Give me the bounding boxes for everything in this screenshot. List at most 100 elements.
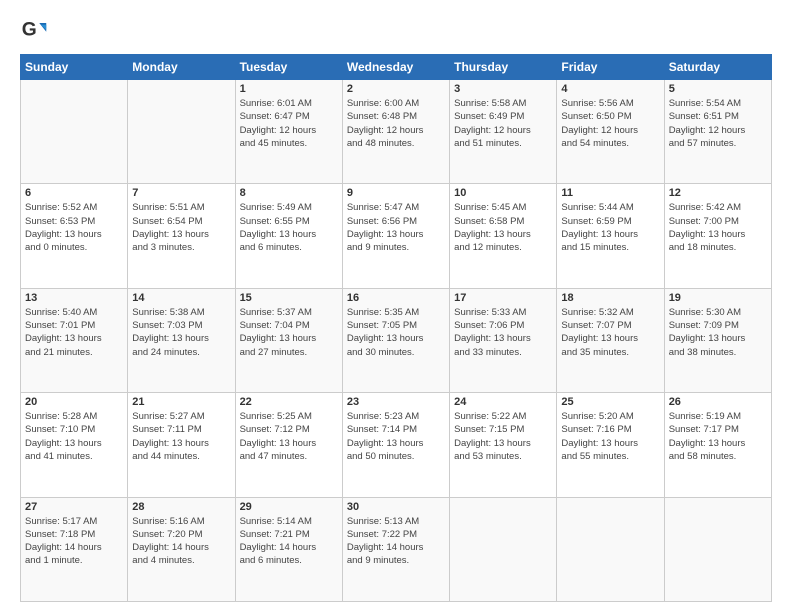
calendar-cell: 28 Sunrise: 5:16 AM Sunset: 7:20 PM Dayli…	[128, 497, 235, 601]
day-number: 16	[347, 292, 445, 304]
day-info: Sunrise: 5:56 AM Sunset: 6:50 PM Dayligh…	[561, 97, 659, 150]
day-info: Sunrise: 5:37 AM Sunset: 7:04 PM Dayligh…	[240, 306, 338, 359]
day-number: 1	[240, 83, 338, 95]
calendar-cell	[450, 497, 557, 601]
calendar-cell: 4Sunrise: 5:56 AM Sunset: 6:50 PM Daylig…	[557, 80, 664, 184]
calendar-cell: 29Sunrise: 5:14 AM Sunset: 7:21 PM Dayli…	[235, 497, 342, 601]
calendar: SundayMondayTuesdayWednesdayThursdayFrid…	[20, 54, 772, 602]
day-number: 27	[25, 501, 123, 513]
day-number: 25	[561, 396, 659, 408]
weekday-header-saturday: Saturday	[664, 55, 771, 80]
weekday-row: SundayMondayTuesdayWednesdayThursdayFrid…	[21, 55, 772, 80]
day-info: Sunrise: 5:44 AM Sunset: 6:59 PM Dayligh…	[561, 201, 659, 254]
day-number: 17	[454, 292, 552, 304]
day-info: Sunrise: 6:00 AM Sunset: 6:48 PM Dayligh…	[347, 97, 445, 150]
day-number: 6	[25, 187, 123, 199]
day-number: 22	[240, 396, 338, 408]
calendar-cell: 26 Sunrise: 5:19 AM Sunset: 7:17 PM Dayli…	[664, 393, 771, 497]
day-info: Sunrise: 5:16 AM Sunset: 7:20 PM Dayligh…	[132, 515, 230, 568]
day-number: 24	[454, 396, 552, 408]
calendar-cell: 24 Sunrise: 5:22 AM Sunset: 7:15 PM Dayli…	[450, 393, 557, 497]
day-info: Sunrise: 5:45 AM Sunset: 6:58 PM Dayligh…	[454, 201, 552, 254]
calendar-cell	[128, 80, 235, 184]
calendar-cell: 15Sunrise: 5:37 AM Sunset: 7:04 PM Dayli…	[235, 288, 342, 392]
calendar-cell: 17 Sunrise: 5:33 AM Sunset: 7:06 PM Dayli…	[450, 288, 557, 392]
day-number: 23	[347, 396, 445, 408]
day-number: 8	[240, 187, 338, 199]
calendar-cell: 11Sunrise: 5:44 AM Sunset: 6:59 PM Dayli…	[557, 184, 664, 288]
calendar-cell: 13 Sunrise: 5:40 AM Sunset: 7:01 PM Dayli…	[21, 288, 128, 392]
calendar-cell: 16 Sunrise: 5:35 AM Sunset: 7:05 PM Dayli…	[342, 288, 449, 392]
day-number: 3	[454, 83, 552, 95]
day-number: 10	[454, 187, 552, 199]
calendar-cell: 5 Sunrise: 5:54 AM Sunset: 6:51 PM Daylig…	[664, 80, 771, 184]
day-number: 18	[561, 292, 659, 304]
day-info: Sunrise: 5:58 AM Sunset: 6:49 PM Dayligh…	[454, 97, 552, 150]
calendar-cell: 7 Sunrise: 5:51 AM Sunset: 6:54 PM Daylig…	[128, 184, 235, 288]
calendar-cell: 6Sunrise: 5:52 AM Sunset: 6:53 PM Daylig…	[21, 184, 128, 288]
calendar-cell: 14 Sunrise: 5:38 AM Sunset: 7:03 PM Dayli…	[128, 288, 235, 392]
day-info: Sunrise: 5:51 AM Sunset: 6:54 PM Dayligh…	[132, 201, 230, 254]
week-row-2: 6Sunrise: 5:52 AM Sunset: 6:53 PM Daylig…	[21, 184, 772, 288]
weekday-header-monday: Monday	[128, 55, 235, 80]
calendar-cell: 3 Sunrise: 5:58 AM Sunset: 6:49 PM Daylig…	[450, 80, 557, 184]
day-info: Sunrise: 5:49 AM Sunset: 6:55 PM Dayligh…	[240, 201, 338, 254]
day-info: Sunrise: 5:25 AM Sunset: 7:12 PM Dayligh…	[240, 410, 338, 463]
day-number: 14	[132, 292, 230, 304]
day-number: 9	[347, 187, 445, 199]
day-info: Sunrise: 6:01 AM Sunset: 6:47 PM Dayligh…	[240, 97, 338, 150]
day-info: Sunrise: 5:54 AM Sunset: 6:51 PM Dayligh…	[669, 97, 767, 150]
weekday-header-sunday: Sunday	[21, 55, 128, 80]
calendar-header: SundayMondayTuesdayWednesdayThursdayFrid…	[21, 55, 772, 80]
day-info: Sunrise: 5:30 AM Sunset: 7:09 PM Dayligh…	[669, 306, 767, 359]
calendar-cell: 2 Sunrise: 6:00 AM Sunset: 6:48 PM Daylig…	[342, 80, 449, 184]
calendar-cell	[21, 80, 128, 184]
day-info: Sunrise: 5:33 AM Sunset: 7:06 PM Dayligh…	[454, 306, 552, 359]
day-info: Sunrise: 5:32 AM Sunset: 7:07 PM Dayligh…	[561, 306, 659, 359]
day-info: Sunrise: 5:42 AM Sunset: 7:00 PM Dayligh…	[669, 201, 767, 254]
week-row-5: 27 Sunrise: 5:17 AM Sunset: 7:18 PM Dayli…	[21, 497, 772, 601]
day-number: 21	[132, 396, 230, 408]
day-info: Sunrise: 5:35 AM Sunset: 7:05 PM Dayligh…	[347, 306, 445, 359]
week-row-3: 13 Sunrise: 5:40 AM Sunset: 7:01 PM Dayli…	[21, 288, 772, 392]
day-info: Sunrise: 5:47 AM Sunset: 6:56 PM Dayligh…	[347, 201, 445, 254]
day-info: Sunrise: 5:14 AM Sunset: 7:21 PM Dayligh…	[240, 515, 338, 568]
calendar-cell: 25 Sunrise: 5:20 AM Sunset: 7:16 PM Dayli…	[557, 393, 664, 497]
calendar-cell	[557, 497, 664, 601]
weekday-header-thursday: Thursday	[450, 55, 557, 80]
day-info: Sunrise: 5:38 AM Sunset: 7:03 PM Dayligh…	[132, 306, 230, 359]
calendar-cell: 18 Sunrise: 5:32 AM Sunset: 7:07 PM Dayli…	[557, 288, 664, 392]
day-info: Sunrise: 5:20 AM Sunset: 7:16 PM Dayligh…	[561, 410, 659, 463]
day-number: 30	[347, 501, 445, 513]
day-number: 26	[669, 396, 767, 408]
day-number: 28	[132, 501, 230, 513]
day-number: 2	[347, 83, 445, 95]
calendar-body: 1 Sunrise: 6:01 AM Sunset: 6:47 PM Daylig…	[21, 80, 772, 602]
header: G	[20, 16, 772, 44]
day-info: Sunrise: 5:40 AM Sunset: 7:01 PM Dayligh…	[25, 306, 123, 359]
week-row-1: 1 Sunrise: 6:01 AM Sunset: 6:47 PM Daylig…	[21, 80, 772, 184]
calendar-cell: 8 Sunrise: 5:49 AM Sunset: 6:55 PM Daylig…	[235, 184, 342, 288]
day-number: 12	[669, 187, 767, 199]
day-number: 13	[25, 292, 123, 304]
day-info: Sunrise: 5:17 AM Sunset: 7:18 PM Dayligh…	[25, 515, 123, 568]
day-number: 19	[669, 292, 767, 304]
logo: G	[20, 16, 52, 44]
logo-icon: G	[20, 16, 48, 44]
calendar-cell: 10 Sunrise: 5:45 AM Sunset: 6:58 PM Dayli…	[450, 184, 557, 288]
calendar-cell: 23Sunrise: 5:23 AM Sunset: 7:14 PM Dayli…	[342, 393, 449, 497]
calendar-cell: 21Sunrise: 5:27 AM Sunset: 7:11 PM Dayli…	[128, 393, 235, 497]
week-row-4: 20Sunrise: 5:28 AM Sunset: 7:10 PM Dayli…	[21, 393, 772, 497]
weekday-header-wednesday: Wednesday	[342, 55, 449, 80]
day-info: Sunrise: 5:28 AM Sunset: 7:10 PM Dayligh…	[25, 410, 123, 463]
calendar-cell: 22 Sunrise: 5:25 AM Sunset: 7:12 PM Dayli…	[235, 393, 342, 497]
calendar-cell: 27 Sunrise: 5:17 AM Sunset: 7:18 PM Dayli…	[21, 497, 128, 601]
calendar-cell: 19 Sunrise: 5:30 AM Sunset: 7:09 PM Dayli…	[664, 288, 771, 392]
day-number: 5	[669, 83, 767, 95]
day-info: Sunrise: 5:19 AM Sunset: 7:17 PM Dayligh…	[669, 410, 767, 463]
page: G SundayMondayTuesdayWednesdayThursdayFr…	[0, 0, 792, 612]
weekday-header-friday: Friday	[557, 55, 664, 80]
calendar-cell: 12 Sunrise: 5:42 AM Sunset: 7:00 PM Dayli…	[664, 184, 771, 288]
day-number: 7	[132, 187, 230, 199]
day-info: Sunrise: 5:22 AM Sunset: 7:15 PM Dayligh…	[454, 410, 552, 463]
